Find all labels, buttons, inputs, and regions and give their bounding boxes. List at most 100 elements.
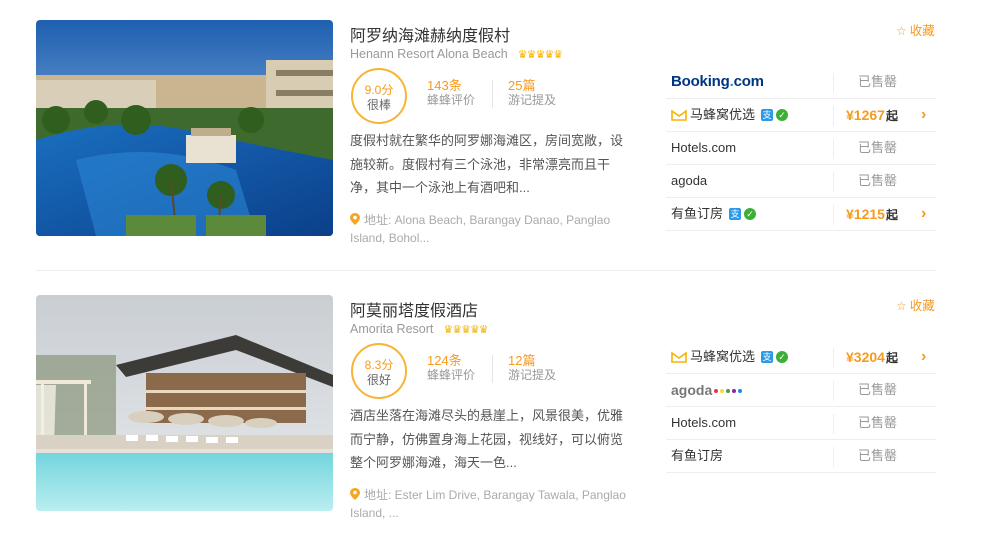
- hotel-description: 酒店坐落在海滩尽头的悬崖上，风景很美，优雅而宁静，仿佛置身海上花园，视线好，可以…: [350, 408, 624, 470]
- ota-row-youyu[interactable]: 有鱼订房 已售罄: [666, 440, 936, 473]
- ota-row-mafengwo[interactable]: 马蜂窝优选 支 ✓ ¥1267起 ›: [666, 99, 936, 132]
- ota-row-booking[interactable]: Booking.com 已售罄: [666, 66, 936, 99]
- ota-row-hotels-com[interactable]: Hotels.com 已售罄: [666, 407, 936, 440]
- agoda-logo: agoda: [671, 382, 713, 398]
- alipay-badge-icon: 支: [761, 109, 774, 121]
- favorite-button[interactable]: ☆ 收藏: [896, 295, 935, 314]
- ota-name: agoda: [671, 173, 708, 188]
- chevron-right-icon[interactable]: ›: [921, 99, 926, 131]
- ota-price-list: Booking.com 已售罄 马蜂窝优选 支 ✓ ¥1267起 › Hotel…: [666, 66, 936, 231]
- ota-name-text: 有鱼订房: [671, 206, 724, 221]
- ota-divider: [833, 172, 834, 192]
- ota-row-agoda[interactable]: agoda 已售罄: [666, 374, 936, 407]
- mafengwo-logo-icon: [671, 109, 687, 121]
- ota-divider: [833, 348, 834, 368]
- reviews-stat[interactable]: 143条 蜂蜂评价: [427, 78, 475, 107]
- mafengwo-logo-icon: [671, 351, 687, 363]
- hotel-name-en: Henann Resort Alona Beach ♛♛♛♛♛: [350, 47, 563, 61]
- sold-out-label: 已售罄: [858, 74, 898, 89]
- ota-divider: [833, 73, 834, 93]
- ota-name: 马蜂窝优选 支 ✓: [671, 341, 789, 373]
- address-text: 地址: Alona Beach, Barangay Danao, Panglao…: [350, 213, 611, 245]
- hotel-address: 地址: Ester Lim Drive, Barangay Tawala, Pa…: [350, 486, 635, 522]
- mentions-count: 25篇: [508, 78, 536, 93]
- hotel-name-cn[interactable]: 阿罗纳海滩赫纳度假村: [350, 22, 510, 46]
- favorite-button[interactable]: ☆ 收藏: [896, 20, 935, 39]
- hotel-name-en: Amorita Resort ♛♛♛♛♛: [350, 322, 489, 336]
- ota-divider: [833, 205, 834, 225]
- reviews-count: 124条: [427, 353, 462, 368]
- ota-divider: [833, 381, 834, 401]
- ota-divider: [833, 447, 834, 467]
- verified-check-icon: ✓: [776, 109, 789, 121]
- hotel-name-en-text: Henann Resort Alona Beach: [350, 47, 508, 61]
- mentions-stat[interactable]: 25篇 游记提及: [508, 78, 556, 107]
- mentions-label: 游记提及: [508, 368, 557, 382]
- mentions-label: 游记提及: [508, 93, 557, 107]
- ota-divider: [833, 106, 834, 126]
- address-text: 地址: Ester Lim Drive, Barangay Tawala, Pa…: [350, 488, 626, 520]
- ota-name: 有鱼订房 支 ✓: [671, 198, 757, 230]
- hotel-photo-amorita[interactable]: [36, 295, 333, 511]
- ota-divider: [833, 414, 834, 434]
- location-pin-icon: [350, 488, 360, 500]
- crown-icon: ♛♛♛♛♛: [443, 323, 488, 336]
- hotel-address: 地址: Alona Beach, Barangay Danao, Panglao…: [350, 211, 635, 247]
- ota-name: 有鱼订房: [671, 448, 724, 463]
- score-ring: 9.0分 很棒: [351, 68, 407, 124]
- sold-out-label: 已售罄: [858, 382, 898, 397]
- mentions-count: 12篇: [508, 353, 536, 368]
- star-outline-icon: ☆: [896, 24, 907, 38]
- crown-icon: ♛♛♛♛♛: [517, 48, 563, 61]
- favorite-label: 收藏: [909, 24, 935, 38]
- agoda-dots-icon: [712, 374, 743, 406]
- ota-row-agoda[interactable]: agoda 已售罄: [666, 165, 936, 198]
- hotel-description: 度假村就在繁华的阿罗娜海滩区，房间宽敞，设施较新。度假村有三个泳池，非常漂亮而且…: [350, 133, 624, 195]
- favorite-label: 收藏: [909, 299, 935, 313]
- ota-row-youyu[interactable]: 有鱼订房 支 ✓ ¥1215起 ›: [666, 198, 936, 231]
- price-value: ¥1267起: [846, 107, 898, 123]
- ota-row-mafengwo[interactable]: 马蜂窝优选 支 ✓ ¥3204起 ›: [666, 341, 936, 374]
- score-level: 很棒: [366, 98, 391, 112]
- resort-pool-image: [36, 20, 333, 236]
- stat-divider: [492, 80, 493, 108]
- hotel-name-en-text: Amorita Resort: [350, 322, 434, 336]
- score-ring: 8.3分 很好: [351, 343, 407, 399]
- ota-name: Hotels.com: [671, 415, 737, 430]
- verified-check-icon: ✓: [744, 208, 757, 220]
- ota-name: agoda: [671, 374, 743, 406]
- ota-name: Booking.com: [671, 66, 764, 98]
- reviews-label: 蜂蜂评价: [427, 368, 476, 382]
- ota-name: 马蜂窝优选 支 ✓: [671, 99, 789, 131]
- ota-divider: [833, 139, 834, 159]
- sold-out-label: 已售罄: [858, 173, 898, 188]
- star-outline-icon: ☆: [896, 299, 907, 313]
- sold-out-label: 已售罄: [858, 140, 898, 155]
- alipay-badge-icon: 支: [761, 351, 774, 363]
- reviews-count: 143条: [427, 78, 462, 93]
- score-level: 很好: [366, 373, 391, 387]
- alipay-badge-icon: 支: [729, 208, 742, 220]
- reviews-stat[interactable]: 124条 蜂蜂评价: [427, 353, 475, 382]
- hotel-name-cn[interactable]: 阿莫丽塔度假酒店: [350, 297, 478, 321]
- ota-name: Hotels.com: [671, 140, 737, 155]
- card-divider: [36, 270, 936, 271]
- verified-check-icon: ✓: [776, 351, 789, 363]
- sold-out-label: 已售罄: [858, 448, 898, 463]
- stat-divider: [492, 355, 493, 383]
- hotel-photo-henann[interactable]: [36, 20, 333, 236]
- location-pin-icon: [350, 213, 360, 225]
- price-value: ¥1215起: [846, 206, 898, 222]
- chevron-right-icon[interactable]: ›: [921, 198, 926, 230]
- ota-price-list: 马蜂窝优选 支 ✓ ¥3204起 › agoda 已售罄 Hotels.com …: [666, 341, 936, 473]
- booking-logo: Booking.com: [671, 73, 764, 90]
- resort-pool-image: [36, 295, 333, 511]
- reviews-label: 蜂蜂评价: [427, 93, 476, 107]
- mentions-stat[interactable]: 12篇 游记提及: [508, 353, 556, 382]
- ota-name-text: 马蜂窝优选: [690, 349, 756, 364]
- ota-row-hotels-com[interactable]: Hotels.com 已售罄: [666, 132, 936, 165]
- price-value: ¥3204起: [846, 349, 898, 365]
- sold-out-label: 已售罄: [858, 415, 898, 430]
- ota-name-text: 马蜂窝优选: [690, 107, 756, 122]
- chevron-right-icon[interactable]: ›: [921, 341, 926, 373]
